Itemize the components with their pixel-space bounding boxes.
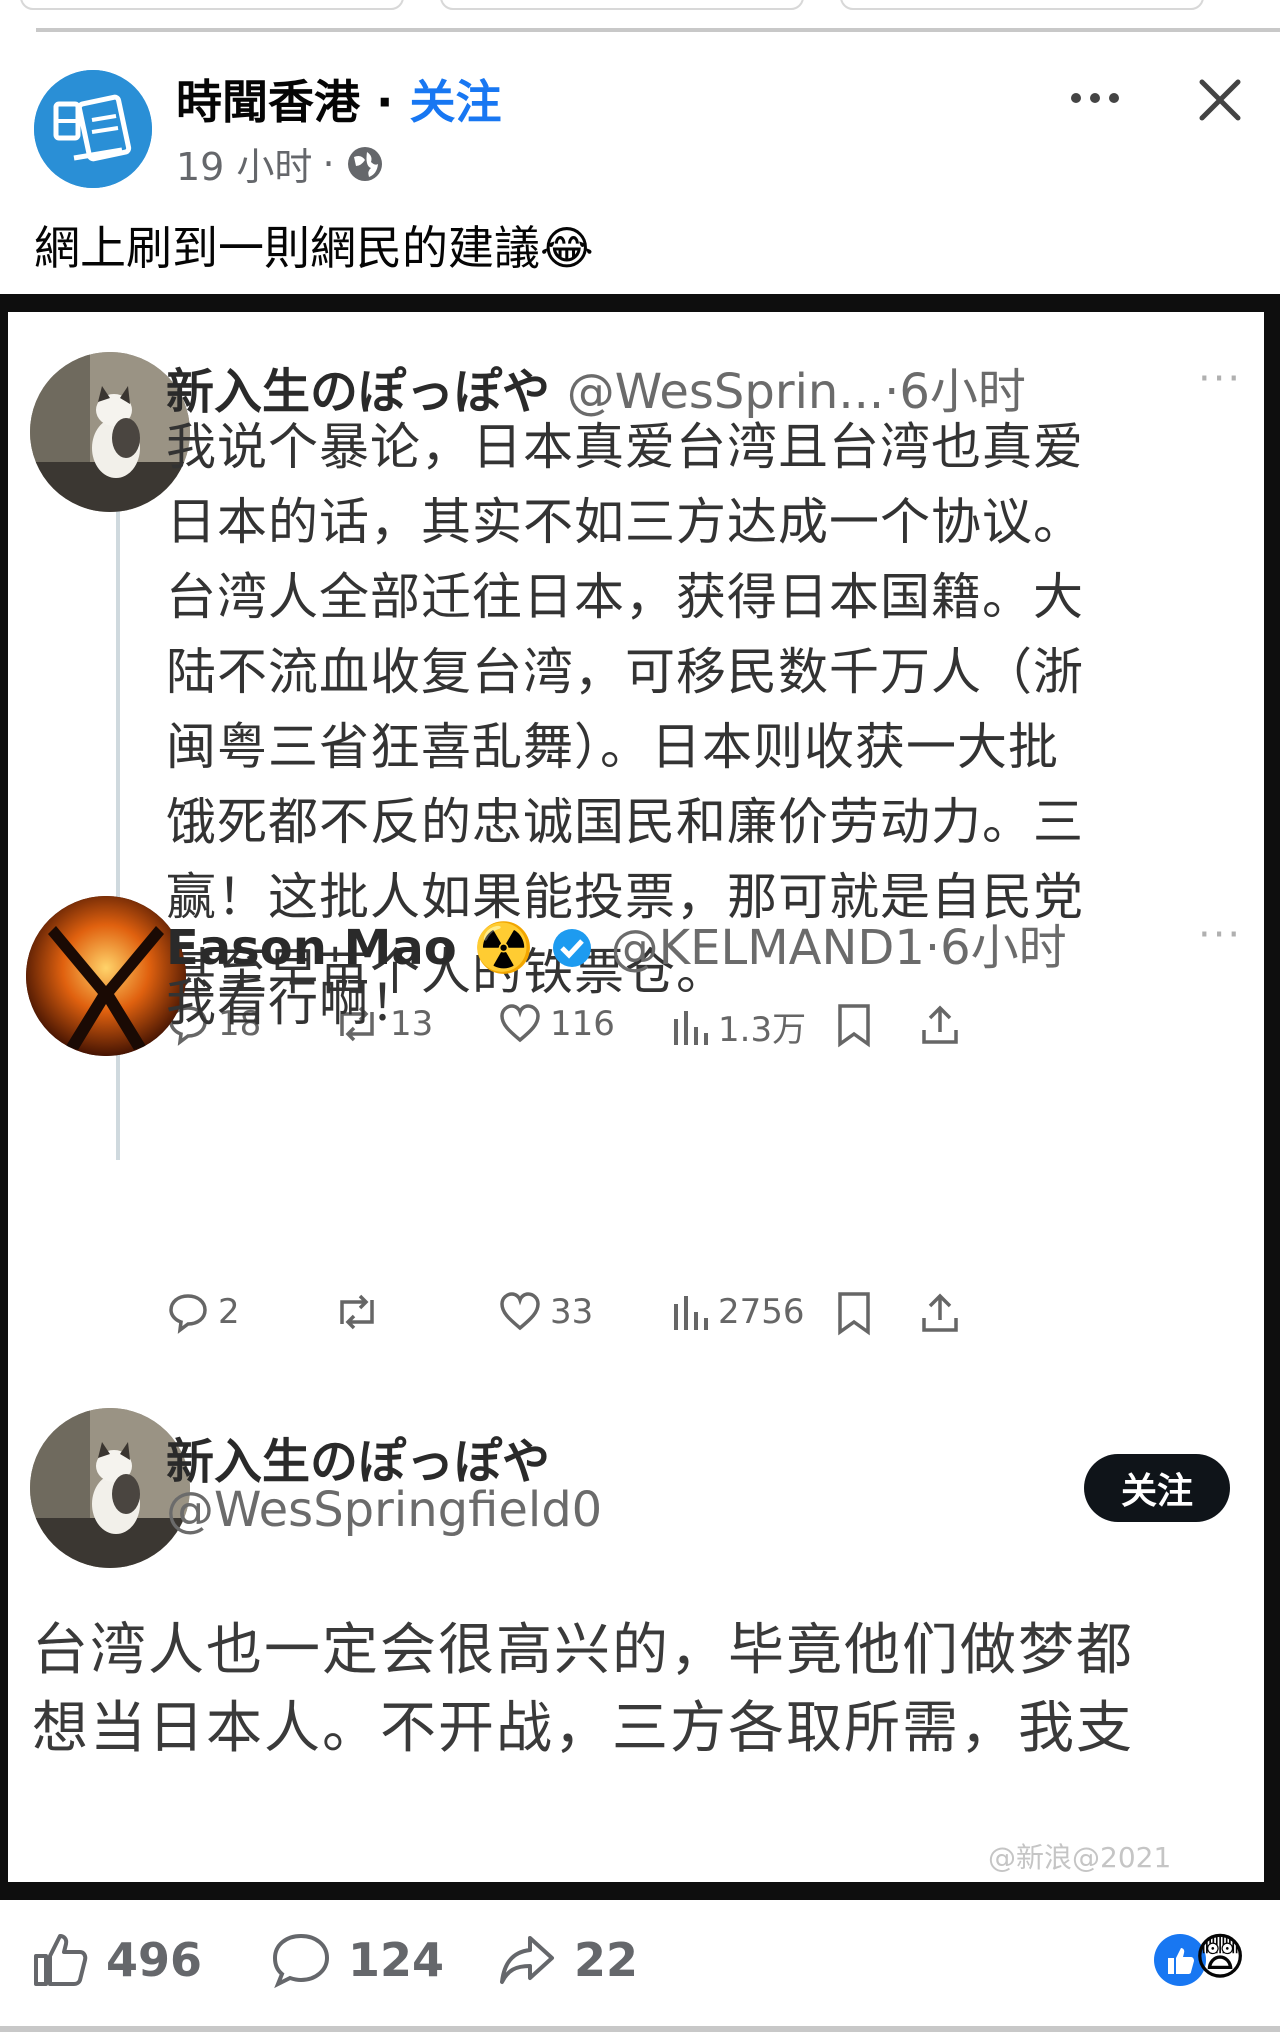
shocked-reaction-icon: 😨 [1194, 1928, 1247, 1986]
heart-icon [500, 1292, 540, 1331]
close-icon[interactable] [1190, 70, 1250, 130]
comment-count: 124 [348, 1933, 445, 1987]
chip[interactable] [20, 0, 404, 10]
like-button[interactable]: 496 [30, 1930, 202, 1990]
meta-dot: · [322, 141, 335, 186]
tweet2-body: 我看行啊！ [166, 974, 421, 1032]
tweet1-line: 我说个暴论，日本真爱台湾且台湾也真爱 [166, 418, 1084, 476]
more-options-icon[interactable] [1060, 70, 1130, 126]
watermark: @新浪@2021 [988, 1841, 1172, 1874]
reaction-summary[interactable]: 😨 [1150, 1926, 1260, 1996]
follow-button: 关注 [1084, 1454, 1230, 1522]
tweet1-like: 116 [498, 1002, 615, 1046]
heart-icon [500, 1004, 540, 1043]
tweet3-handle: @WesSpringfield0 [166, 1482, 603, 1538]
divider [36, 28, 1280, 32]
page-name-line: 時聞香港 · 关注 [176, 66, 502, 132]
view-count: 1.3万 [718, 1010, 807, 1050]
tweet1-views: 1.3万 [670, 1002, 806, 1051]
tweet2-more-icon: ··· [1198, 912, 1243, 958]
tweet1-line: 台湾人全部迁往日本，获得日本国籍。大 [166, 568, 1084, 626]
tweet2-like: 33 [498, 1290, 593, 1334]
tweet1-line: 闽粤三省狂喜乱舞）。日本则收获一大批 [166, 718, 1059, 776]
page-name[interactable]: 時聞香港 [176, 75, 360, 129]
like-count: 496 [106, 1933, 203, 1987]
post-time[interactable]: 19 小时 [176, 136, 312, 191]
share-arrow-icon [500, 1936, 554, 1984]
tweet1-line: 陆不流血收复台湾，可移民数千万人（浙 [166, 643, 1084, 701]
post-text: 網上刷到一則網民的建議😂 [34, 221, 594, 275]
tweet1-more-icon: ··· [1198, 356, 1243, 402]
chip[interactable] [840, 0, 1204, 10]
reply-count: 2 [218, 1292, 240, 1332]
post-image[interactable]: 新入生のぽっぽや @WesSprin...·6小时 ··· 我说个暴论，日本真爱… [0, 294, 1280, 1900]
like-count: 33 [550, 1292, 594, 1332]
share-icon [918, 1290, 962, 1336]
tweet3-line: 台湾人也一定会很高兴的，毕竟他们做梦都 [32, 1618, 1134, 1683]
eason-avatar [26, 896, 186, 1056]
tweet2-handle: @KELMAND1·6小时 [610, 920, 1067, 976]
tweet2-reply: 2 [166, 1290, 240, 1334]
views-icon [674, 1010, 708, 1045]
comment-button[interactable]: 124 [270, 1930, 444, 1990]
comment-icon [272, 1933, 330, 1989]
page-avatar[interactable] [34, 70, 152, 188]
view-count: 2756 [718, 1292, 805, 1332]
like-count: 116 [550, 1004, 615, 1044]
repost-icon [340, 1294, 374, 1330]
globe-icon [347, 146, 382, 181]
bookmark-icon [834, 1290, 874, 1336]
chip[interactable] [440, 0, 804, 10]
reaction-bar: 496 124 22 😨 [0, 1904, 1280, 2034]
bookmark-icon [834, 1002, 874, 1048]
tweet3-line: 想当日本人。不开战，三方各取所需，我支 [32, 1696, 1134, 1761]
thumbs-up-icon [34, 1934, 88, 1986]
follow-link[interactable]: 关注 [410, 75, 502, 129]
share-icon [918, 1002, 962, 1048]
views-icon [674, 1296, 708, 1330]
share-count: 22 [574, 1933, 639, 1987]
tweet1-line: 日本的话，其实不如三方达成一个协议。 [166, 493, 1084, 551]
verified-icon [552, 929, 591, 967]
thread-line [116, 490, 120, 1160]
tweet2-actions: 2 33 2756 [166, 1290, 1256, 1350]
divider [0, 2026, 1280, 2032]
tweet3-body: 台湾人也一定会很高兴的，毕竟他们做梦都 想当日本人。不开战，三方各取所需，我支 [32, 1612, 1134, 1768]
share-button[interactable]: 22 [496, 1930, 638, 1990]
radioactive-icon: ☢️ [473, 920, 534, 976]
tweet2-views: 2756 [670, 1290, 805, 1334]
post-meta: 19 小时 · [176, 136, 385, 191]
reply-icon [169, 1294, 207, 1334]
page-logo-icon [34, 70, 152, 188]
tweet2-repost [332, 1290, 390, 1334]
tweet1-line: 饿死都不反的忠诚国民和廉价劳动力。三 [166, 793, 1084, 851]
separator-dot: · [376, 75, 394, 129]
tweet-screenshot: 新入生のぽっぽや @WesSprin...·6小时 ··· 我说个暴论，日本真爱… [8, 312, 1264, 1882]
